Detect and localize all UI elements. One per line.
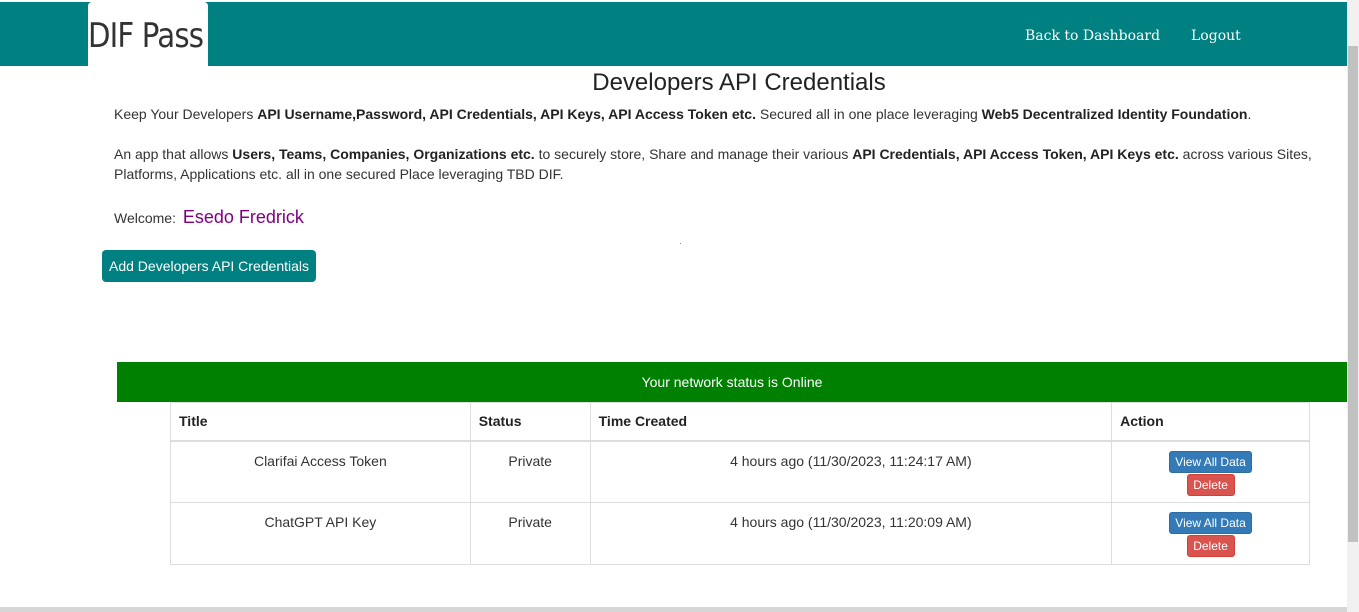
cell-status: Private (469, 502, 591, 565)
table-header-row: Title Status Time Created Action (170, 402, 1310, 442)
divider-dot (680, 243, 681, 244)
delete-button[interactable]: Delete (1186, 535, 1235, 557)
credentials-table: Title Status Time Created Action Clarifa… (170, 402, 1310, 565)
logo-text: DIF Pass (88, 16, 204, 56)
cell-action: View All Data Delete (1111, 440, 1310, 503)
logout-link[interactable]: Logout (1191, 28, 1241, 44)
user-name: Esedo Fredrick (182, 207, 304, 227)
cell-title: ChatGPT API Key (170, 502, 471, 565)
horizontal-scrollbar[interactable] (0, 607, 1347, 612)
cell-action: View All Data Delete (1111, 502, 1310, 565)
welcome-message: Welcome: Esedo Fredrick (114, 207, 304, 228)
table-row: Clarifai Access Token Private 4 hours ag… (170, 440, 1310, 503)
column-header-status: Status (469, 402, 591, 442)
vertical-scrollbar-thumb[interactable] (1348, 46, 1358, 542)
intro-paragraph-1: Keep Your Developers API Username,Passwo… (114, 106, 1252, 122)
delete-button[interactable]: Delete (1186, 473, 1235, 496)
cell-time-created: 4 hours ago (11/30/2023, 11:24:17 AM) (589, 440, 1113, 503)
view-all-data-button[interactable]: View All Data (1169, 450, 1253, 473)
cell-title: Clarifai Access Token (170, 440, 471, 503)
back-to-dashboard-link[interactable]: Back to Dashboard (1025, 28, 1160, 44)
intro-paragraph-2: An app that allows Users, Teams, Compani… (114, 146, 1312, 182)
cell-time-created: 4 hours ago (11/30/2023, 11:20:09 AM) (589, 502, 1113, 565)
logo[interactable]: DIF Pass (88, 2, 208, 68)
column-header-time-created: Time Created (589, 402, 1113, 442)
welcome-label: Welcome: (114, 210, 176, 226)
column-header-title: Title (170, 402, 471, 442)
add-credentials-button[interactable]: Add Developers API Credentials (102, 250, 316, 282)
table-row: ChatGPT API Key Private 4 hours ago (11/… (170, 502, 1310, 565)
view-all-data-button[interactable]: View All Data (1169, 512, 1253, 534)
page-title: Developers API Credentials (592, 69, 886, 96)
column-header-action: Action (1111, 402, 1310, 442)
network-status-banner: Your network status is Online (117, 362, 1347, 402)
cell-status: Private (469, 440, 591, 503)
